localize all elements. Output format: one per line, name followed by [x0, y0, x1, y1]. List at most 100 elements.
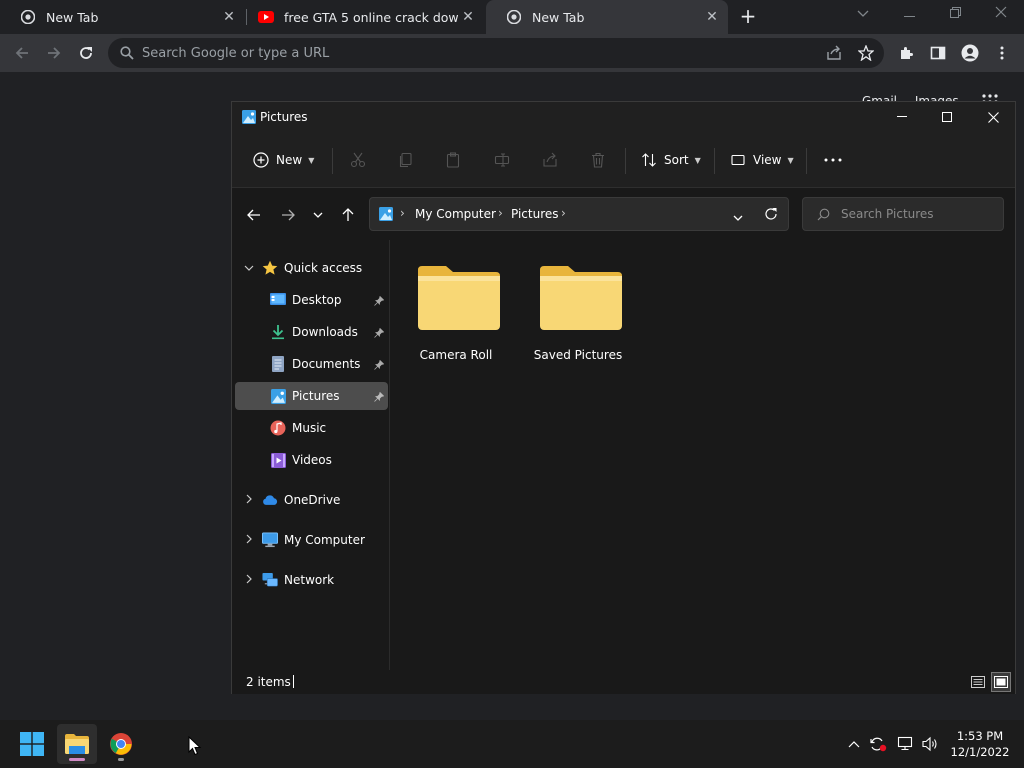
- cut-icon[interactable]: [349, 151, 367, 169]
- search-icon: [817, 208, 830, 224]
- pin-icon[interactable]: [374, 295, 385, 306]
- nav-item-downloads[interactable]: Downloads: [235, 318, 388, 346]
- nav-label: Network: [284, 573, 335, 587]
- nav-label: Pictures: [292, 389, 340, 403]
- refresh-icon[interactable]: [764, 207, 778, 224]
- close-icon[interactable]: ✕: [460, 9, 476, 25]
- restore-icon[interactable]: [943, 4, 967, 26]
- kebab-menu-icon[interactable]: [990, 41, 1014, 65]
- delete-icon[interactable]: [589, 151, 607, 169]
- breadcrumb-pictures[interactable]: Pictures: [511, 207, 559, 221]
- browser-tab-1[interactable]: New Tab ✕: [0, 0, 245, 34]
- show-hidden-icons-chevron-icon[interactable]: [844, 734, 864, 754]
- forward-arrow-icon[interactable]: [278, 205, 298, 225]
- nav-item-videos[interactable]: Videos: [235, 446, 388, 474]
- sort-label: Sort: [664, 153, 689, 167]
- chevron-down-icon: ▼: [694, 155, 701, 165]
- folder-item[interactable]: Camera Roll: [401, 260, 511, 370]
- share-icon[interactable]: [826, 45, 842, 61]
- forward-button[interactable]: [42, 41, 66, 65]
- cloud-icon: [262, 492, 278, 508]
- chevron-right-icon[interactable]: [243, 574, 255, 587]
- explorer-titlebar: Pictures: [232, 102, 1015, 132]
- tab-search-chevron-icon[interactable]: [851, 4, 875, 26]
- pin-icon[interactable]: [374, 359, 385, 370]
- close-window-icon[interactable]: [989, 4, 1013, 26]
- minimize-icon[interactable]: [897, 4, 921, 26]
- back-button[interactable]: [10, 41, 34, 65]
- command-bar: New ▼ Sort ▼ View ▼: [232, 132, 1015, 188]
- tiles-view-icon[interactable]: [991, 672, 1011, 692]
- view-button[interactable]: View ▼: [729, 146, 794, 174]
- share-icon[interactable]: [541, 151, 559, 169]
- chevron-down-icon[interactable]: [243, 263, 255, 274]
- folder-name: Camera Roll: [419, 348, 493, 362]
- chevron-right-icon[interactable]: [243, 534, 255, 547]
- browser-tab-3[interactable]: New Tab ✕: [486, 0, 728, 34]
- bookmark-star-icon[interactable]: [858, 45, 874, 61]
- extensions-puzzle-icon[interactable]: [894, 41, 918, 65]
- close-button[interactable]: [970, 102, 1016, 132]
- maximize-button[interactable]: [924, 102, 970, 132]
- sync-error-icon[interactable]: [868, 734, 888, 754]
- start-button[interactable]: [12, 724, 52, 764]
- nav-item-music[interactable]: Music: [235, 414, 388, 442]
- new-button[interactable]: New ▼: [252, 146, 314, 174]
- system-clock[interactable]: 1:53 PM 12/1/2022: [944, 728, 1016, 760]
- nav-network[interactable]: Network: [235, 566, 388, 594]
- sort-button[interactable]: Sort ▼: [640, 146, 701, 174]
- address-row: › My Computer › Pictures ›: [232, 188, 1015, 240]
- nav-item-desktop[interactable]: Desktop: [235, 286, 388, 314]
- address-bar[interactable]: › My Computer › Pictures ›: [369, 197, 789, 231]
- omnibox[interactable]: [108, 38, 884, 68]
- star-icon: [262, 260, 278, 276]
- volume-icon[interactable]: [920, 734, 940, 754]
- browser-tab-2[interactable]: free GTA 5 online crack download ✕: [248, 0, 484, 34]
- back-arrow-icon[interactable]: [244, 205, 264, 225]
- rename-icon[interactable]: [493, 151, 511, 169]
- details-view-icon[interactable]: [968, 672, 988, 692]
- chevron-down-icon: ▼: [787, 155, 794, 165]
- network-status-icon[interactable]: [896, 734, 916, 754]
- tab-title: free GTA 5 online crack download: [284, 9, 459, 25]
- computer-icon: [262, 532, 278, 548]
- close-icon[interactable]: ✕: [704, 9, 720, 25]
- close-icon[interactable]: ✕: [221, 9, 237, 25]
- chevron-down-icon: ▼: [308, 155, 315, 165]
- recent-locations-chevron-icon[interactable]: [308, 205, 328, 225]
- nav-quick-access[interactable]: Quick access: [235, 254, 388, 282]
- divider: [714, 148, 715, 174]
- nav-label: Music: [292, 421, 327, 435]
- omnibox-input[interactable]: [142, 38, 782, 68]
- nav-label: Desktop: [292, 293, 342, 307]
- nav-item-pictures[interactable]: Pictures: [235, 382, 388, 410]
- chrome-taskbar-button[interactable]: [101, 724, 141, 764]
- divider: [625, 148, 626, 174]
- profile-avatar-icon[interactable]: [958, 41, 982, 65]
- copy-icon[interactable]: [397, 151, 415, 169]
- nav-label: Videos: [292, 453, 332, 467]
- pin-icon[interactable]: [374, 327, 385, 338]
- nav-label: Documents: [292, 357, 361, 371]
- search-input[interactable]: [841, 198, 996, 230]
- new-tab-button[interactable]: +: [737, 6, 759, 28]
- file-explorer-taskbar-button[interactable]: [57, 724, 97, 764]
- running-indicator: [118, 758, 124, 761]
- folder-item[interactable]: Saved Pictures: [523, 260, 633, 370]
- youtube-icon: [258, 9, 274, 25]
- side-panel-icon[interactable]: [926, 41, 950, 65]
- up-arrow-icon[interactable]: [338, 205, 358, 225]
- reload-button[interactable]: [74, 41, 98, 65]
- new-label: New: [276, 153, 303, 167]
- address-history-chevron-icon[interactable]: [733, 210, 743, 224]
- minimize-button[interactable]: [879, 102, 925, 132]
- nav-item-documents[interactable]: Documents: [235, 350, 388, 378]
- nav-my-computer[interactable]: My Computer: [235, 526, 388, 554]
- more-options-icon[interactable]: [824, 151, 842, 169]
- chevron-right-icon[interactable]: [243, 494, 255, 507]
- nav-onedrive[interactable]: OneDrive: [235, 486, 388, 514]
- search-box[interactable]: [802, 197, 1004, 231]
- paste-icon[interactable]: [444, 151, 462, 169]
- breadcrumb-my-computer[interactable]: My Computer: [415, 207, 496, 221]
- pin-icon[interactable]: [374, 391, 385, 402]
